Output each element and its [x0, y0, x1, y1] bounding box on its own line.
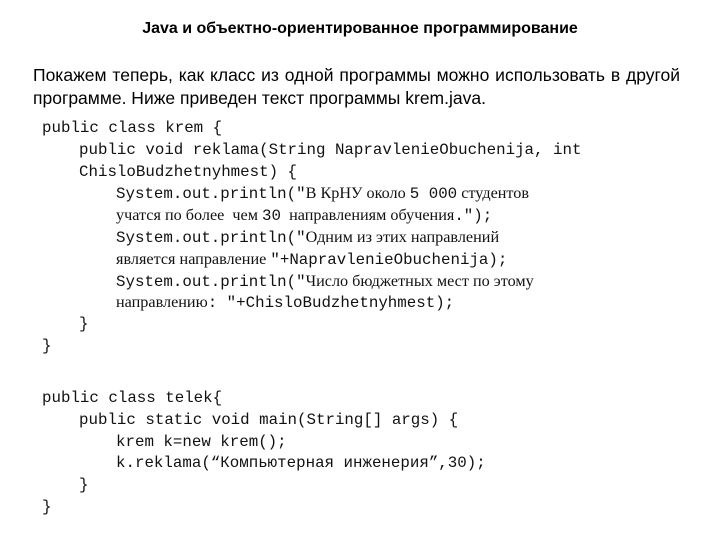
- code-fragment: System.out.println(": [116, 185, 306, 204]
- code-line: }: [79, 315, 89, 334]
- code-line: }: [42, 336, 52, 355]
- string-text: учатся по более чем: [116, 206, 263, 225]
- code-fragment: System.out.println(": [116, 272, 306, 291]
- code-line: public class krem {: [42, 119, 223, 137]
- code-fragment: .");: [454, 207, 493, 226]
- code-line: учатся по более чем 30 направлениям обуч…: [42, 205, 702, 227]
- code-line: ChisloBudzhetnyhmest) {: [79, 162, 298, 181]
- code-line: }: [79, 476, 89, 495]
- string-text: студентов: [457, 184, 530, 203]
- code-line: k.reklama(“Компьютерная инженерия”,30);: [116, 454, 486, 473]
- string-text: Одним из этих направлений: [305, 227, 500, 246]
- code-line: krem k=new krem();: [116, 432, 287, 451]
- slide-title: Java и объектно-ориентированное программ…: [142, 20, 578, 37]
- code-block-telek: public class telek{ public static void m…: [42, 388, 702, 519]
- string-text: В КрНУ около: [305, 184, 410, 203]
- code-line: public void reklama(String NapravlenieOb…: [79, 140, 582, 159]
- string-text: Число бюджетных мест по этому: [305, 271, 534, 290]
- string-text: является направление: [116, 249, 271, 268]
- code-line: System.out.println("Число бюджетных мест…: [42, 271, 702, 293]
- code-line: является направление "+NapravlenieObuche…: [42, 249, 702, 271]
- string-text: направлению: [116, 293, 208, 312]
- code-line: System.out.println("В КрНУ около 5 000 с…: [42, 183, 702, 205]
- code-line: System.out.println("Одним из этих направ…: [42, 227, 702, 249]
- intro-paragraph: Покажем теперь, как класс из одной прогр…: [33, 65, 680, 108]
- code-fragment: 30: [262, 207, 281, 226]
- code-fragment: System.out.println(": [116, 228, 306, 247]
- code-line: public class telek{: [42, 389, 223, 407]
- code-block-krem: public class krem { public void reklama(…: [42, 118, 702, 358]
- code-line: направлению: "+ChisloBudzhetnyhmest);: [42, 292, 702, 314]
- code-fragment: : "+ChisloBudzhetnyhmest);: [207, 294, 455, 313]
- string-text: направлениям обучения: [281, 206, 455, 225]
- code-line: }: [42, 497, 52, 516]
- code-line: public static void main(String[] args) {: [79, 410, 459, 429]
- code-fragment: "+NapravlenieObuchenija);: [270, 250, 508, 269]
- code-fragment: 5 000: [409, 185, 458, 204]
